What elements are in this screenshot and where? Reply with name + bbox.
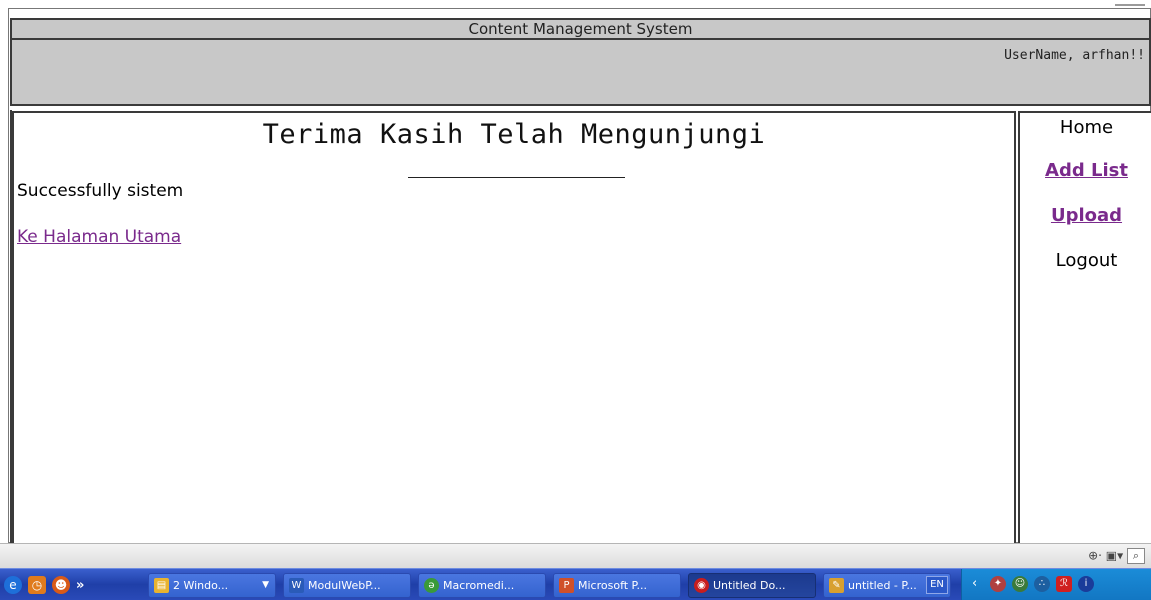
site-title-bar: Content Management System bbox=[10, 18, 1151, 40]
network-icon[interactable]: ✦ bbox=[990, 576, 1006, 592]
page-tool-icon[interactable]: ⊕· bbox=[1088, 549, 1102, 563]
user-bar: UserName, arfhan!! bbox=[10, 40, 1151, 106]
user-greeting: UserName, arfhan!! bbox=[1004, 48, 1145, 63]
tray-icons: ✦ ☺ ∴ ℛ i bbox=[990, 576, 1094, 592]
ie-icon[interactable]: e bbox=[4, 576, 22, 594]
task-button-word[interactable]: W ModulWebP... bbox=[283, 573, 411, 598]
search-icon[interactable]: ⌕ bbox=[1127, 548, 1145, 564]
status-tools: ⊕· ▣▾ ⌕ bbox=[1088, 548, 1145, 564]
main-content: Terima Kasih Telah Mengunjungi Successfu… bbox=[12, 111, 1016, 543]
task-button-windows-explorer[interactable]: ▤ 2 Windo... ▼ bbox=[148, 573, 276, 598]
language-indicator[interactable]: EN bbox=[926, 576, 948, 594]
dreamweaver-icon: ə bbox=[424, 578, 439, 593]
home-page-link[interactable]: Ke Halaman Utama bbox=[17, 227, 181, 247]
clock-icon[interactable]: ◷ bbox=[28, 576, 46, 594]
heading-divider bbox=[408, 177, 625, 178]
firefox-icon[interactable]: ☻ bbox=[52, 576, 70, 594]
info-icon[interactable]: i bbox=[1078, 576, 1094, 592]
show-hidden-icons-icon[interactable]: ‹ bbox=[972, 576, 977, 591]
nav-home: Home bbox=[1059, 117, 1114, 138]
sidebar-nav: Home Add List Upload Logout bbox=[1018, 111, 1151, 543]
camera-icon[interactable]: ▣▾ bbox=[1106, 549, 1123, 563]
paint-icon: ✎ bbox=[829, 578, 844, 593]
top-edge bbox=[0, 0, 1151, 8]
nav-upload-link[interactable]: Upload bbox=[1020, 205, 1151, 226]
nav-logout: Logout bbox=[1055, 250, 1118, 271]
status-message: Successfully sistem bbox=[17, 181, 184, 201]
messenger-icon[interactable]: ☺ bbox=[1012, 576, 1028, 592]
task-button-macromedia[interactable]: ə Macromedi... bbox=[418, 573, 546, 598]
system-tray: EN ‹ ✦ ☺ ∴ ℛ i bbox=[926, 569, 1151, 600]
powerpoint-icon: P bbox=[559, 578, 574, 593]
folder-icon: ▤ bbox=[154, 578, 169, 593]
taskbar: e ◷ ☻ » ▤ 2 Windo... ▼ W ModulWebP... ə … bbox=[0, 568, 1151, 600]
chevron-down-icon: ▼ bbox=[262, 580, 269, 590]
browser-icon: ◉ bbox=[694, 578, 709, 593]
word-icon: W bbox=[289, 578, 304, 593]
nav-add-list-link[interactable]: Add List bbox=[1020, 160, 1151, 181]
shield-icon[interactable]: ∴ bbox=[1034, 576, 1050, 592]
task-button-powerpoint[interactable]: P Microsoft P... bbox=[553, 573, 681, 598]
browser-status-strip: ⊕· ▣▾ ⌕ bbox=[0, 543, 1151, 568]
task-button-untitled-browser[interactable]: ◉ Untitled Do... bbox=[688, 573, 816, 598]
acrobat-icon[interactable]: ℛ bbox=[1056, 576, 1072, 592]
page-heading: Terima Kasih Telah Mengunjungi bbox=[262, 119, 766, 150]
quick-launch-more[interactable]: » bbox=[76, 578, 84, 593]
quick-launch: e ◷ ☻ » bbox=[4, 574, 84, 596]
site-title: Content Management System bbox=[468, 20, 693, 38]
